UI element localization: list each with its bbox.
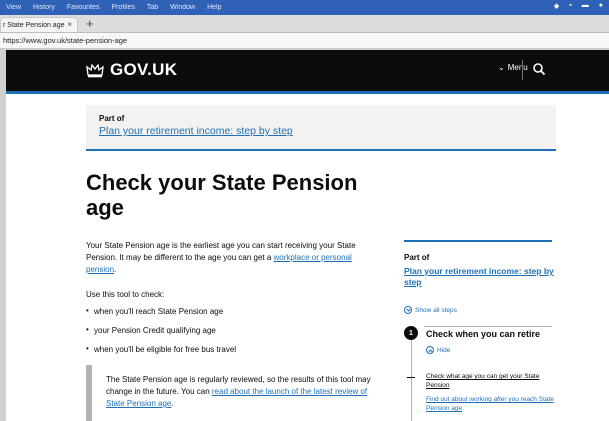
status-icons: ◆ ▪ ▬ ●: [554, 2, 603, 10]
browser-tab-active[interactable]: r State Pension age ×: [0, 17, 78, 32]
header-divider: [522, 60, 523, 80]
os-menu-bar: View History Favourites Profiles Tab Win…: [0, 0, 609, 15]
os-menu-profiles[interactable]: Profiles: [112, 4, 135, 11]
os-menu-tab[interactable]: Tab: [147, 4, 158, 11]
inset-text: The State Pension age is regularly revie…: [86, 365, 392, 421]
substep-link-current[interactable]: Check what age you can get your State Pe…: [426, 372, 554, 390]
chevron-down-icon: ⌄: [498, 63, 505, 72]
menu-label: Menu: [507, 63, 528, 72]
use-tool-text: Use this tool to check:: [86, 290, 165, 299]
substep-dash: [407, 377, 415, 378]
browser-viewport: GOV.UK ⌄ Menu Part of Plan your retireme…: [0, 50, 609, 421]
list-item: your Pension Credit qualifying age: [86, 325, 236, 345]
os-menu-view[interactable]: View: [6, 4, 21, 11]
sidebar-step-by-step-link[interactable]: Plan your retirement income: step by ste…: [404, 266, 554, 288]
step-title[interactable]: Check when you can retire: [426, 329, 540, 339]
page-title: Check your State Pension age: [86, 170, 358, 220]
web-page: GOV.UK ⌄ Menu Part of Plan your retireme…: [6, 50, 609, 421]
chevron-down-circle-icon: [404, 306, 412, 314]
search-icon[interactable]: [532, 62, 546, 76]
sidebar-rule: [404, 240, 552, 242]
govuk-logo[interactable]: GOV.UK: [86, 60, 177, 80]
new-tab-button[interactable]: +: [86, 16, 94, 31]
os-menu-history[interactable]: History: [33, 4, 55, 11]
os-menu-favourites[interactable]: Favourites: [67, 4, 100, 11]
intro-end: .: [114, 265, 117, 274]
display-icon[interactable]: ▪: [569, 2, 571, 10]
os-menu-window[interactable]: Window: [170, 4, 195, 11]
control-center-icon[interactable]: ●: [599, 2, 603, 10]
inset-end: .: [171, 399, 174, 408]
chevron-up-circle-icon: [426, 346, 434, 354]
close-icon[interactable]: ×: [67, 20, 72, 29]
hide-label: Hide: [437, 346, 451, 354]
os-menu-items: View History Favourites Profiles Tab Win…: [0, 4, 221, 11]
part-of-label: Part of: [99, 114, 125, 123]
intro-paragraph: Your State Pension age is the earliest a…: [86, 240, 378, 276]
hide-step-button[interactable]: Hide: [426, 346, 450, 354]
address-bar[interactable]: https://www.gov.uk/state-pension-age: [0, 33, 609, 49]
step-number: 1: [404, 326, 418, 340]
crown-icon: [86, 63, 104, 78]
list-item: when you'll be eligible for free bus tra…: [86, 344, 236, 364]
show-all-label: Show all steps: [415, 306, 457, 314]
step-by-step-link[interactable]: Plan your retirement income: step by ste…: [99, 125, 293, 137]
browser-tab-strip: r State Pension age × +: [0, 15, 609, 33]
wifi-icon[interactable]: ◆: [554, 2, 559, 10]
os-menu-help[interactable]: Help: [207, 4, 221, 11]
battery-icon[interactable]: ▬: [582, 2, 589, 10]
part-of-banner: Part of Plan your retirement income: ste…: [86, 105, 556, 151]
list-item: when you'll reach State Pension age: [86, 306, 236, 326]
logo-text: GOV.UK: [110, 60, 178, 79]
bullet-list: when you'll reach State Pension age your…: [86, 306, 236, 364]
sidebar-part-of: Part of: [404, 253, 430, 262]
address-bar-url[interactable]: https://www.gov.uk/state-pension-age: [3, 36, 127, 45]
browser-tab-title: r State Pension age: [3, 21, 65, 29]
govuk-header: GOV.UK ⌄ Menu: [6, 50, 609, 94]
show-all-steps-button[interactable]: Show all steps: [404, 306, 457, 314]
inset-paragraph: The State Pension age is regularly revie…: [106, 374, 382, 410]
substep-link[interactable]: Find out about working after you reach S…: [426, 395, 554, 413]
step-rule: [424, 326, 552, 327]
menu-button[interactable]: ⌄ Menu: [498, 63, 528, 72]
